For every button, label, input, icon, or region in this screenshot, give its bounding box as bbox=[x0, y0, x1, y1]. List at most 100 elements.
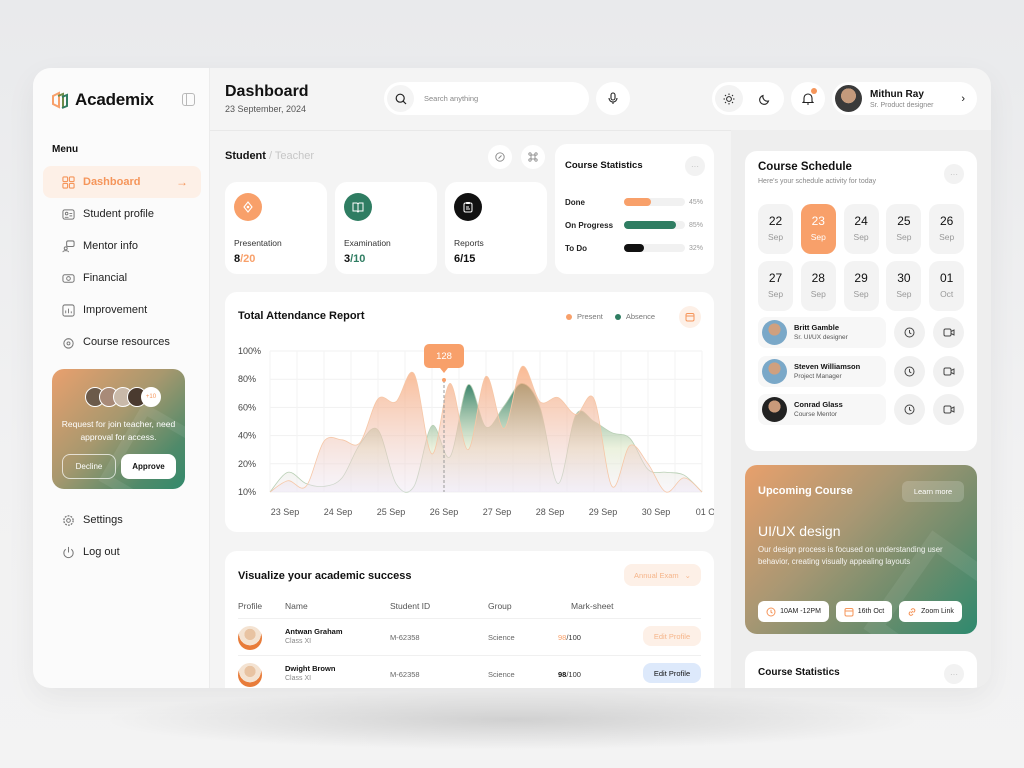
sidebar: Academix Menu Dashboard → Student profil… bbox=[33, 68, 210, 688]
sidebar-item-dashboard[interactable]: Dashboard → bbox=[43, 166, 201, 198]
day-month: Sep bbox=[810, 289, 826, 299]
clock-icon bbox=[904, 366, 915, 377]
y-tick-label: 40% bbox=[238, 431, 256, 441]
date-23-sep[interactable]: 23 Sep bbox=[800, 204, 836, 254]
mentor-name: Britt Gamble bbox=[794, 323, 840, 332]
learn-more-button[interactable]: Learn more bbox=[902, 481, 964, 502]
search-icon[interactable] bbox=[387, 85, 414, 112]
mentor-item[interactable]: Conrad Glass Course Mentor bbox=[758, 394, 886, 425]
more-options-button[interactable]: ··· bbox=[944, 164, 964, 184]
tooltip-point bbox=[442, 378, 446, 382]
command-button[interactable] bbox=[521, 145, 545, 169]
video-icon bbox=[943, 367, 954, 376]
day-month: Sep bbox=[810, 232, 826, 242]
date-30-sep[interactable]: 30 Sep bbox=[886, 261, 922, 311]
zoom-link-chip[interactable]: Zoom Link bbox=[899, 601, 962, 622]
video-call-button[interactable] bbox=[933, 394, 964, 425]
search-bar[interactable] bbox=[384, 82, 589, 115]
stat-card-examination[interactable]: Examination 3/10 bbox=[335, 182, 437, 274]
student-mark: 98/100 bbox=[558, 633, 581, 642]
stat-card-reports[interactable]: Reports 6/15 bbox=[445, 182, 547, 274]
decline-button[interactable]: Decline bbox=[62, 454, 116, 479]
day-month: Oct bbox=[940, 289, 954, 299]
calendar-icon bbox=[685, 313, 695, 322]
more-options-button[interactable]: ··· bbox=[685, 156, 705, 176]
teacher-tab[interactable]: / Teacher bbox=[266, 150, 314, 162]
edit-icon bbox=[495, 152, 505, 162]
gear-icon bbox=[62, 514, 75, 527]
video-call-button[interactable] bbox=[933, 356, 964, 387]
notification-dot bbox=[811, 88, 817, 94]
stat-card-presentation[interactable]: Presentation 8/20 bbox=[225, 182, 327, 274]
user-profile-button[interactable]: Mithun Ray Sr. Product designer › bbox=[832, 82, 977, 115]
attendance-report-card: 100% 80% 60% 40% 20% 10% 23 Sep 24 Sep 25 Sep 26 … bbox=[225, 292, 714, 532]
date-27-sep[interactable]: 27 Sep bbox=[758, 261, 793, 311]
exam-filter-dropdown[interactable]: Annual Exam ⌄ bbox=[624, 564, 701, 586]
search-input[interactable] bbox=[424, 94, 574, 103]
moon-icon bbox=[759, 94, 770, 105]
column-header: Profile bbox=[238, 601, 263, 611]
chevron-right-icon: › bbox=[961, 92, 965, 105]
student-tab[interactable]: Student bbox=[225, 150, 266, 162]
sidebar-item-mentor-info[interactable]: Mentor info bbox=[43, 230, 201, 262]
date-26-sep[interactable]: 26 Sep bbox=[929, 204, 965, 254]
student-mark: 98/100 bbox=[558, 670, 581, 679]
mentor-avatar bbox=[762, 359, 787, 384]
legend-absence: Absence bbox=[614, 312, 655, 321]
table-title: Visualize your academic success bbox=[238, 570, 412, 582]
y-tick-label: 80% bbox=[238, 374, 256, 384]
microphone-button[interactable] bbox=[596, 82, 630, 115]
sidebar-item-settings[interactable]: Settings bbox=[43, 504, 201, 536]
x-tick-label: 25 Sep bbox=[377, 507, 406, 517]
academic-success-table: Visualize your academic success Annual E… bbox=[225, 551, 714, 688]
mentor-item[interactable]: Britt Gamble Sr. UI/UX designer bbox=[758, 317, 886, 348]
date-22-sep[interactable]: 22 Sep bbox=[758, 204, 793, 254]
more-options-button[interactable]: ··· bbox=[944, 664, 964, 684]
present-area bbox=[270, 366, 702, 493]
menu-label: Menu bbox=[52, 144, 79, 155]
sidebar-collapse-icon[interactable] bbox=[182, 93, 195, 106]
sidebar-item-logout[interactable]: Log out bbox=[43, 536, 201, 568]
edit-profile-button[interactable]: Edit Profile bbox=[643, 663, 701, 683]
student-class: Class XI bbox=[285, 638, 312, 645]
day-number: 28 bbox=[811, 271, 825, 285]
student-teacher-switch[interactable]: Student / Teacher bbox=[225, 150, 314, 162]
dark-mode-button[interactable] bbox=[751, 85, 779, 112]
edit-button[interactable] bbox=[488, 145, 512, 169]
link-icon bbox=[908, 607, 916, 616]
sidebar-item-financial[interactable]: Financial bbox=[43, 262, 201, 294]
sun-icon bbox=[723, 93, 735, 104]
mentor-item[interactable]: Steven Williamson Project Manager bbox=[758, 356, 886, 387]
day-number: 29 bbox=[854, 271, 868, 285]
sidebar-item-label: Dashboard bbox=[83, 176, 141, 188]
calendar-button[interactable] bbox=[679, 306, 701, 328]
schedule-time-button[interactable] bbox=[894, 394, 925, 425]
sidebar-item-student-profile[interactable]: Student profile bbox=[43, 198, 201, 230]
edit-profile-button[interactable]: Edit Profile bbox=[643, 626, 701, 646]
stat-row-label: Done bbox=[565, 197, 585, 207]
date-01-oct[interactable]: 01 Oct bbox=[929, 261, 965, 311]
card-title: Upcoming Course bbox=[758, 485, 853, 497]
schedule-time-button[interactable] bbox=[894, 356, 925, 387]
progress-track bbox=[624, 198, 685, 206]
date-28-sep[interactable]: 28 Sep bbox=[800, 261, 836, 311]
approve-button[interactable]: Approve bbox=[121, 454, 176, 479]
sidebar-item-improvement[interactable]: Improvement bbox=[43, 294, 201, 326]
course-statistics-card: Course Statistics ··· Done 45% On Progre… bbox=[555, 144, 714, 274]
date-24-sep[interactable]: 24 Sep bbox=[843, 204, 879, 254]
chevron-down-icon: ⌄ bbox=[684, 570, 691, 580]
course-time-chip: 10AM -12PM bbox=[758, 601, 829, 622]
y-tick-label: 100% bbox=[238, 346, 261, 356]
schedule-time-button[interactable] bbox=[894, 317, 925, 348]
video-call-button[interactable] bbox=[933, 317, 964, 348]
student-name: Dwight Brown bbox=[285, 664, 336, 673]
bell-icon bbox=[802, 93, 814, 105]
notifications-button[interactable] bbox=[791, 82, 825, 115]
sidebar-item-course-resources[interactable]: Course resources bbox=[43, 326, 201, 358]
mentor-avatar bbox=[762, 320, 787, 345]
date-25-sep[interactable]: 25 Sep bbox=[886, 204, 922, 254]
x-tick-label: 30 Sep bbox=[642, 507, 671, 517]
date-29-sep[interactable]: 29 Sep bbox=[843, 261, 879, 311]
light-mode-button[interactable] bbox=[715, 85, 743, 112]
student-id: M-62358 bbox=[390, 633, 420, 642]
